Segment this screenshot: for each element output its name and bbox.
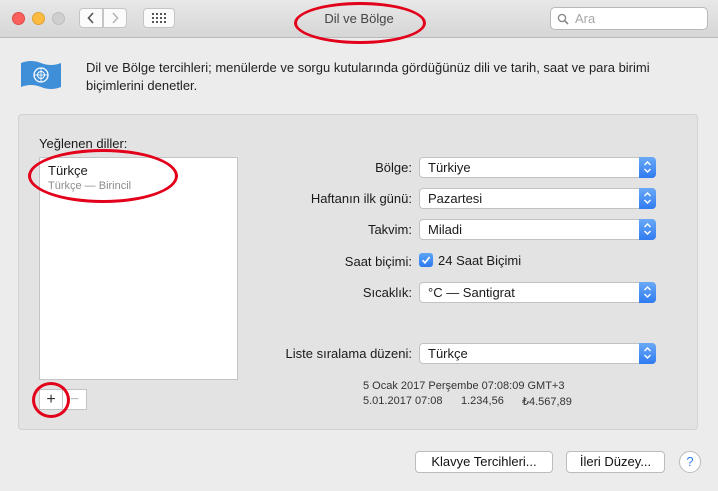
sample-number: 1.234,56 [461,395,504,407]
preferred-languages-list[interactable]: Türkçe Türkçe — Birincil [39,157,238,380]
advanced-button[interactable]: İleri Düzey... [566,451,665,473]
preferred-languages-label: Yeğlenen diller: [39,136,128,151]
language-item-subtitle: Türkçe — Birincil [48,180,132,192]
calendar-popup[interactable]: Miladi [419,219,656,240]
sample-currency: ₺4.567,89 [522,396,572,408]
sort-order-popup[interactable]: Türkçe [419,343,656,364]
sort-order-label: Liste sıralama düzeni: [285,346,412,361]
popup-arrows-icon [639,157,656,178]
popup-arrows-icon [639,282,656,303]
time-format-label: Saat biçimi: [344,254,412,269]
popup-arrows-icon [639,188,656,209]
search-icon [557,13,569,25]
remove-language-button[interactable]: − [63,389,87,410]
description-text: Dil ve Bölge tercihleri; menülerde ve so… [86,60,650,93]
language-item-name[interactable]: Türkçe [48,163,88,178]
sample-short-date: 5.01.2017 07:08 [363,395,443,407]
24-hour-checkbox-label[interactable]: 24 Saat Biçimi [438,253,521,268]
help-button[interactable]: ? [679,451,701,473]
search-field[interactable] [550,7,708,30]
first-day-popup[interactable]: Pazartesi [419,188,656,209]
un-flag-icon [21,61,61,89]
region-label: Bölge: [375,160,412,175]
temperature-label: Sıcaklık: [362,285,412,300]
region-popup[interactable]: Türkiye [419,157,656,178]
sample-full-date: 5 Ocak 2017 Perşembe 07:08:09 GMT+3 [363,380,565,392]
24-hour-checkbox[interactable] [419,253,433,267]
calendar-label: Takvim: [367,222,412,237]
first-day-label: Haftanın ilk günü: [310,191,412,206]
temperature-popup[interactable]: °C — Santigrat [419,282,656,303]
temperature-value: °C — Santigrat [428,285,515,300]
sort-order-value: Türkçe [428,346,468,361]
language-add-remove: + − [39,389,87,410]
popup-arrows-icon [639,219,656,240]
popup-arrows-icon [639,343,656,364]
calendar-value: Miladi [428,222,462,237]
search-input[interactable] [573,10,707,27]
region-value: Türkiye [428,160,471,175]
checkmark-icon [421,256,431,265]
first-day-value: Pazartesi [428,191,483,206]
add-language-button[interactable]: + [39,389,63,410]
keyboard-preferences-button[interactable]: Klavye Tercihleri... [415,451,553,473]
